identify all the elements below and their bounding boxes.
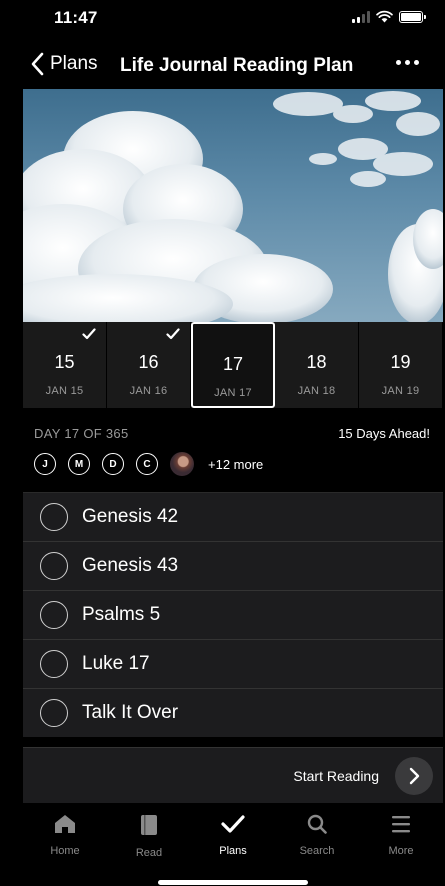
reading-label: Talk It Over xyxy=(82,702,179,723)
check-icon xyxy=(221,814,245,839)
day-date: JAN 18 xyxy=(297,385,336,397)
page-title: Life Journal Reading Plan xyxy=(120,55,354,76)
reading-item[interactable]: Genesis 43 xyxy=(23,541,443,590)
sky-clouds-image xyxy=(23,91,443,322)
friend-avatar[interactable]: J xyxy=(34,453,56,475)
search-icon xyxy=(307,814,327,839)
wifi-icon xyxy=(376,10,393,23)
friend-avatar[interactable]: C xyxy=(136,453,158,475)
tab-search[interactable]: Search xyxy=(275,806,359,866)
more-friends-label[interactable]: +12 more xyxy=(208,457,263,472)
status-icons xyxy=(352,10,426,23)
plan-hero-image xyxy=(23,89,443,322)
completion-checkbox[interactable] xyxy=(40,552,68,580)
tab-plans[interactable]: Plans xyxy=(191,806,275,866)
tab-read[interactable]: Read xyxy=(107,806,191,866)
completion-checkbox[interactable] xyxy=(40,650,68,678)
start-reading-row[interactable]: Start Reading xyxy=(23,747,443,803)
checkmark-icon xyxy=(166,328,180,340)
chevron-right-icon xyxy=(409,767,420,785)
tab-label: Plans xyxy=(219,845,247,857)
dot-icon xyxy=(405,60,410,65)
reading-item[interactable]: Genesis 42 xyxy=(23,492,443,541)
completion-checkbox[interactable] xyxy=(40,699,68,727)
day-18[interactable]: 18 JAN 18 xyxy=(275,322,359,408)
reading-label: Luke 17 xyxy=(82,653,150,674)
home-indicator xyxy=(158,880,308,885)
more-options-button[interactable] xyxy=(394,54,421,71)
day-date: JAN 17 xyxy=(214,387,252,399)
day-date: JAN 19 xyxy=(381,385,420,397)
completion-checkbox[interactable] xyxy=(40,601,68,629)
friend-photo-avatar[interactable] xyxy=(170,452,194,476)
menu-icon xyxy=(391,814,411,839)
tab-more[interactable]: More xyxy=(359,806,443,866)
friends-row[interactable]: J M D C +12 more xyxy=(34,452,263,476)
day-date: JAN 15 xyxy=(45,385,84,397)
day-16[interactable]: 16 JAN 16 xyxy=(107,322,191,408)
checkmark-icon xyxy=(82,328,96,340)
tab-bar: Home Read Plans Search More xyxy=(23,806,443,866)
day-19[interactable]: 19 JAN 19 xyxy=(359,322,443,408)
day-number: 15 xyxy=(54,352,75,372)
day-number: 19 xyxy=(390,352,411,372)
reading-label: Psalms 5 xyxy=(82,604,161,625)
status-time: 11:47 xyxy=(54,8,98,27)
tab-label: Search xyxy=(299,845,335,857)
reading-item[interactable]: Psalms 5 xyxy=(23,590,443,639)
start-reading-button[interactable] xyxy=(395,757,433,795)
friend-avatar[interactable]: D xyxy=(102,453,124,475)
day-number: 17 xyxy=(222,354,244,374)
days-ahead-label: 15 Days Ahead! xyxy=(338,426,430,441)
cellular-signal-icon xyxy=(352,10,370,23)
nav-bar: Plans Life Journal Reading Plan xyxy=(0,44,445,86)
battery-icon xyxy=(399,10,426,23)
back-label: Plans xyxy=(50,53,98,74)
book-icon xyxy=(139,814,159,841)
day-progress-label: DAY 17 OF 365 xyxy=(34,426,129,441)
day-selector: 15 JAN 15 16 JAN 16 17 JAN 17 18 JAN 18 19 JAN 19 xyxy=(23,322,443,408)
back-button[interactable]: Plans xyxy=(30,52,98,76)
status-bar: 11:47 xyxy=(0,0,445,40)
friend-avatar[interactable]: M xyxy=(68,453,90,475)
start-reading-label[interactable]: Start Reading xyxy=(293,768,379,784)
tab-label: Read xyxy=(135,847,163,859)
day-number: 18 xyxy=(306,352,327,372)
reading-label: Genesis 42 xyxy=(82,506,179,527)
completion-checkbox[interactable] xyxy=(40,503,68,531)
tab-label: More xyxy=(388,845,414,857)
reading-label: Genesis 43 xyxy=(82,555,179,576)
chevron-left-icon xyxy=(31,52,44,76)
reading-list: Genesis 42 Genesis 43 Psalms 5 Luke 17 Talk … xyxy=(23,492,443,737)
day-number: 16 xyxy=(138,352,159,372)
dot-icon xyxy=(414,60,419,65)
day-17[interactable]: 17 JAN 17 xyxy=(191,322,275,408)
tab-home[interactable]: Home xyxy=(23,806,107,866)
day-15[interactable]: 15 JAN 15 xyxy=(23,322,107,408)
reading-item[interactable]: Luke 17 xyxy=(23,639,443,688)
home-icon xyxy=(54,814,76,839)
dot-icon xyxy=(396,60,401,65)
tab-label: Home xyxy=(50,845,80,857)
reading-item[interactable]: Talk It Over xyxy=(23,688,443,737)
day-date: JAN 16 xyxy=(129,385,168,397)
